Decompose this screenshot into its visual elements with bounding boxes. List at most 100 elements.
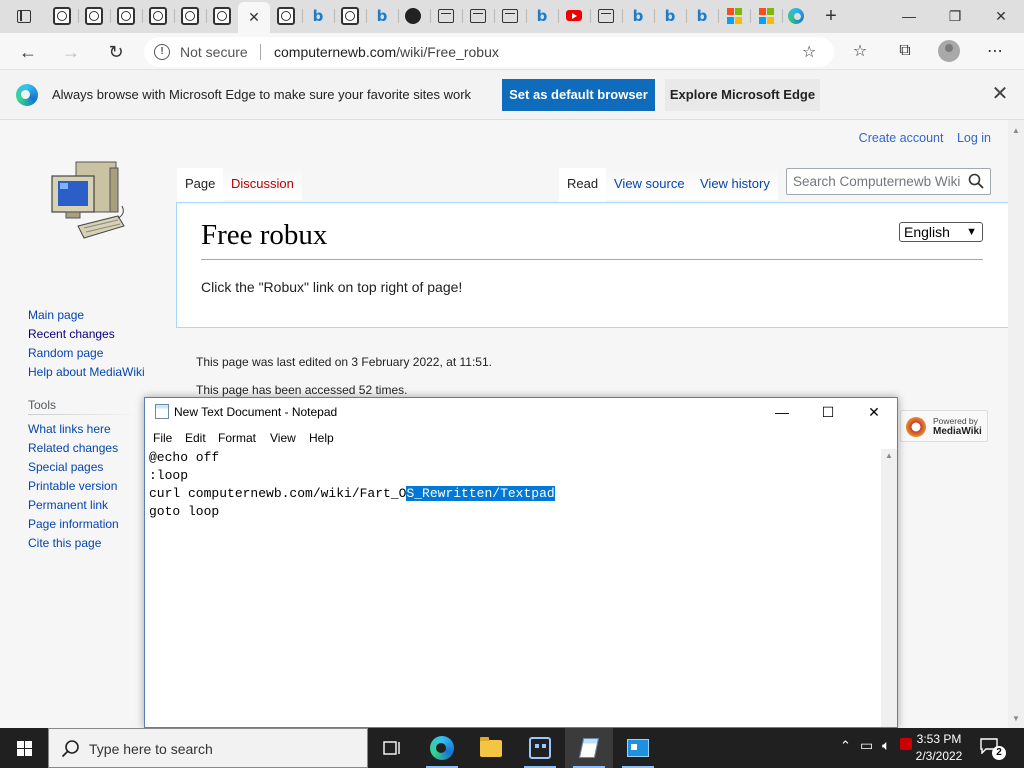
tab-favicon-bing-icon[interactable]: b bbox=[533, 7, 551, 25]
network-icon[interactable]: ▭ bbox=[860, 737, 873, 754]
taskbar-edge-button[interactable] bbox=[418, 728, 466, 768]
collections-icon[interactable]: ⧉ bbox=[894, 40, 916, 62]
add-favorite-star-icon[interactable]: ☆ bbox=[802, 42, 816, 62]
tab-favicon-bing-icon[interactable]: b bbox=[629, 7, 647, 25]
notepad-minimize-button[interactable]: — bbox=[759, 398, 805, 426]
nav-recent-changes[interactable]: Recent changes bbox=[28, 325, 145, 344]
notification-center-button[interactable]: 2 bbox=[980, 738, 1006, 760]
nav-main-page[interactable]: Main page bbox=[28, 306, 145, 325]
menu-edit[interactable]: Edit bbox=[185, 431, 206, 445]
taskbar-control-panel-button[interactable] bbox=[614, 728, 662, 768]
back-button[interactable]: ← bbox=[15, 39, 41, 65]
tab-favicon-edge-icon[interactable] bbox=[788, 8, 804, 24]
notepad-close-button[interactable]: ✕ bbox=[851, 398, 897, 426]
restore-button[interactable]: ❐ bbox=[932, 0, 978, 32]
tab-favicon-window-icon[interactable] bbox=[502, 9, 518, 23]
explore-edge-button[interactable]: Explore Microsoft Edge bbox=[665, 79, 820, 111]
favorites-star-icon[interactable]: ☆ bbox=[849, 40, 871, 62]
taskbar-notepad-button[interactable] bbox=[565, 728, 613, 768]
search-icon[interactable] bbox=[968, 173, 984, 189]
nav-help[interactable]: Help about MediaWiki bbox=[28, 363, 145, 382]
set-default-browser-button[interactable]: Set as default browser bbox=[502, 79, 655, 111]
nav-random-page[interactable]: Random page bbox=[28, 344, 145, 363]
tab-favicon-globe-icon[interactable] bbox=[85, 7, 103, 25]
windows-logo-icon bbox=[16, 740, 32, 756]
tab-favicon-window-icon[interactable] bbox=[438, 9, 454, 23]
url-text[interactable]: computernewb.com/wiki/Free_robux bbox=[274, 44, 499, 60]
forward-button[interactable]: → bbox=[58, 39, 84, 65]
more-options-icon[interactable]: ⋯ bbox=[984, 40, 1006, 62]
volume-icon[interactable]: 🔈︎ bbox=[882, 737, 890, 754]
tab-discussion[interactable]: Discussion bbox=[223, 168, 302, 200]
tab-favicon-globe-icon[interactable] bbox=[53, 7, 71, 25]
refresh-button[interactable]: ↻ bbox=[103, 39, 129, 65]
tab-favicon-globe-icon[interactable] bbox=[277, 7, 295, 25]
menu-format[interactable]: Format bbox=[218, 431, 256, 445]
address-bar[interactable]: ! Not secure computernewb.com/wiki/Free_… bbox=[144, 37, 834, 67]
tab-favicon-window-icon[interactable] bbox=[598, 9, 614, 23]
create-account-link[interactable]: Create account bbox=[859, 131, 944, 145]
tab-favicon-github-icon[interactable] bbox=[405, 8, 421, 24]
tab-favicon-microsoft-icon[interactable] bbox=[726, 8, 742, 24]
notepad-window[interactable]: New Text Document - Notepad — ☐ ✕ File E… bbox=[144, 397, 898, 728]
powered-by-mediawiki-badge[interactable]: Powered by MediaWiki bbox=[900, 410, 988, 442]
tab-favicon-globe-icon[interactable] bbox=[181, 7, 199, 25]
tool-permanent-link[interactable]: Permanent link bbox=[28, 496, 119, 515]
task-view-button[interactable] bbox=[368, 728, 416, 768]
tab-favicon-globe-icon[interactable] bbox=[149, 7, 167, 25]
tool-what-links-here[interactable]: What links here bbox=[28, 420, 119, 439]
scroll-up-arrow-icon[interactable]: ▲ bbox=[1012, 126, 1020, 135]
tab-favicon-globe-icon[interactable] bbox=[341, 7, 359, 25]
infobar-close-icon[interactable]: ✕ bbox=[990, 84, 1010, 104]
tool-special-pages[interactable]: Special pages bbox=[28, 458, 119, 477]
tool-printable-version[interactable]: Printable version bbox=[28, 477, 119, 496]
page-scrollbar[interactable]: ▲ ▼ bbox=[1008, 120, 1024, 728]
start-button[interactable] bbox=[0, 728, 48, 768]
wiki-logo-computer-icon[interactable] bbox=[48, 156, 128, 246]
url-host: computernewb.com bbox=[274, 44, 397, 60]
task-view-icon bbox=[383, 741, 400, 755]
tab-favicon-microsoft-icon[interactable] bbox=[758, 8, 774, 24]
tab-favicon-youtube-icon[interactable] bbox=[566, 10, 582, 21]
menu-view[interactable]: View bbox=[270, 431, 296, 445]
taskbar-search-box[interactable]: Type here to search bbox=[48, 728, 368, 768]
taskbar-clock[interactable]: 3:53 PM 2/3/2022 bbox=[910, 731, 968, 765]
security-label[interactable]: Not secure bbox=[180, 44, 248, 60]
menu-help[interactable]: Help bbox=[309, 431, 334, 445]
tab-favicon-bing-icon[interactable]: b bbox=[693, 7, 711, 25]
taskbar-file-explorer-button[interactable] bbox=[467, 728, 515, 768]
taskbar-app-button[interactable] bbox=[516, 728, 564, 768]
tool-cite-this-page[interactable]: Cite this page bbox=[28, 534, 119, 553]
language-select[interactable]: English ▼ bbox=[899, 222, 983, 242]
tool-page-information[interactable]: Page information bbox=[28, 515, 119, 534]
menu-file[interactable]: File bbox=[153, 431, 172, 445]
warning-icon[interactable]: ! bbox=[154, 44, 170, 60]
profile-avatar[interactable] bbox=[938, 40, 960, 62]
tab-favicon-globe-icon[interactable] bbox=[117, 7, 135, 25]
scroll-down-arrow-icon[interactable]: ▼ bbox=[1012, 714, 1020, 723]
notepad-scrollbar[interactable]: ▲ bbox=[881, 449, 897, 727]
tab-page[interactable]: Page bbox=[177, 168, 224, 202]
minimize-button[interactable]: — bbox=[886, 0, 932, 32]
tab-favicon-bing-icon[interactable]: b bbox=[309, 7, 327, 25]
scroll-up-arrow-icon[interactable]: ▲ bbox=[885, 451, 893, 460]
tab-favicon-bing-icon[interactable]: b bbox=[373, 7, 391, 25]
close-window-button[interactable]: ✕ bbox=[978, 0, 1024, 32]
notepad-text-area[interactable]: @echo off:loop curl computernewb.com/wiki… bbox=[149, 449, 881, 727]
tab-view-history[interactable]: View history bbox=[692, 168, 778, 200]
wiki-search-input[interactable]: Search Computernewb Wiki bbox=[786, 168, 991, 195]
tab-favicon-bing-icon[interactable]: b bbox=[661, 7, 679, 25]
notepad-titlebar[interactable]: New Text Document - Notepad — ☐ ✕ bbox=[145, 398, 897, 426]
tab-read[interactable]: Read bbox=[559, 168, 607, 202]
tab-favicon-window-icon[interactable] bbox=[470, 9, 486, 23]
log-in-link[interactable]: Log in bbox=[957, 131, 991, 145]
search-placeholder: Search Computernewb Wiki bbox=[793, 174, 961, 189]
chevron-up-icon[interactable]: ⌃ bbox=[840, 738, 851, 754]
tab-actions-icon[interactable] bbox=[15, 7, 33, 25]
notepad-maximize-button[interactable]: ☐ bbox=[805, 398, 851, 426]
new-tab-button[interactable]: + bbox=[820, 4, 842, 28]
tool-related-changes[interactable]: Related changes bbox=[28, 439, 119, 458]
tab-view-source[interactable]: View source bbox=[606, 168, 693, 200]
active-tab-close-button[interactable]: ✕ bbox=[238, 2, 270, 33]
tab-favicon-globe-icon[interactable] bbox=[213, 7, 231, 25]
